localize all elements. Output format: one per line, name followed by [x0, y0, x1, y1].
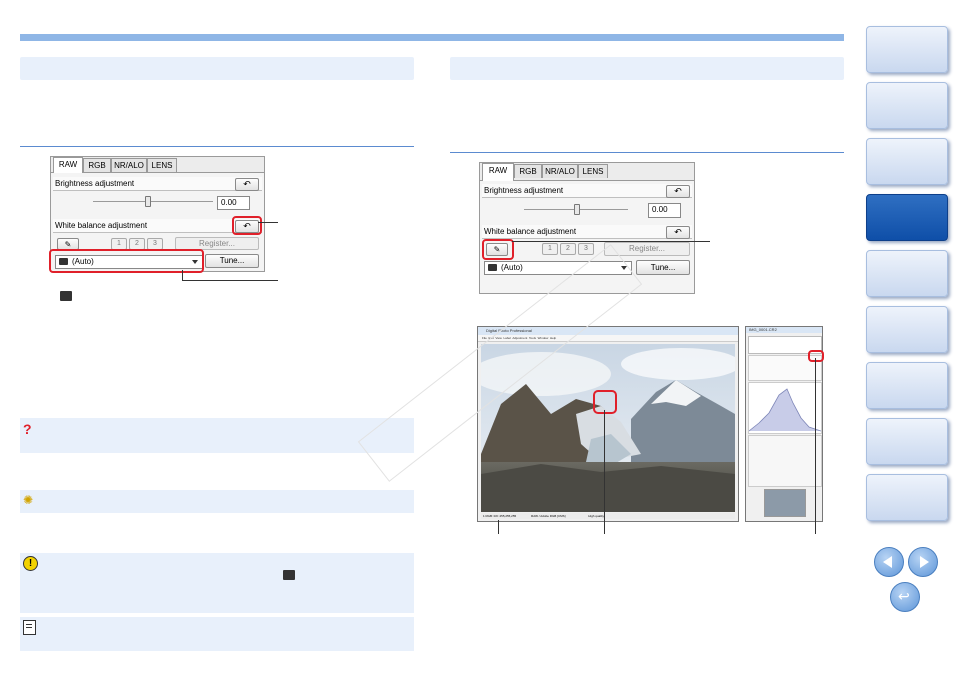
nav-button-6[interactable] [866, 306, 948, 353]
next-page-icon [920, 556, 929, 568]
next-page-button[interactable] [908, 547, 938, 577]
preset-1-button[interactable]: 1 [542, 243, 558, 255]
nav-button-8[interactable] [866, 418, 948, 465]
brightness-slider-track [93, 201, 213, 202]
adjustment-sliders-mini [748, 435, 822, 487]
header-accent-bar [20, 34, 844, 41]
thumbnail-mini [764, 489, 806, 517]
prev-page-icon [883, 556, 892, 568]
status-right: High quality [588, 514, 604, 518]
memo-box [20, 617, 414, 651]
wb-header: White balance adjustment [53, 219, 262, 233]
nav-button-9[interactable] [866, 474, 948, 521]
eyedropper-icon: ✎ [64, 240, 72, 249]
brightness-reset-button[interactable]: ↶ [666, 185, 690, 198]
eyedropper-highlight [482, 239, 514, 260]
wb-reset-highlight [232, 216, 262, 235]
nav-button-5[interactable] [866, 250, 948, 297]
tab-lens[interactable]: LENS [578, 164, 608, 178]
nav-button-2[interactable] [866, 82, 948, 129]
right-section-header [450, 57, 844, 80]
wb-reset-button[interactable]: ↶ [666, 226, 690, 239]
status-bar: 1 RGB: 0/0: 255,255,255 RAW / Adobe RGB … [481, 513, 735, 519]
callout-line-status [498, 520, 499, 534]
tab-nr-alo[interactable]: NR/ALO [542, 164, 578, 178]
memo-icon [23, 620, 36, 635]
callout-line-select [182, 280, 278, 281]
tab-lens[interactable]: LENS [147, 158, 177, 172]
caution-icon: ! [23, 556, 38, 571]
camera-icon [60, 291, 72, 301]
lightbulb-icon: ✺ [23, 493, 34, 507]
tab-rgb[interactable]: RGB [83, 158, 111, 172]
wb-select-highlight [49, 249, 204, 273]
nav-button-1[interactable] [866, 26, 948, 73]
tab-raw[interactable]: RAW [53, 157, 83, 173]
histogram-graph [748, 388, 822, 432]
wb-label: White balance adjustment [55, 221, 148, 230]
palette-titlebar: IMG_0001.CR2 [746, 327, 822, 333]
palette-tabs: RAW RGB NR/ALO LENS [51, 157, 264, 173]
question-icon: ? [23, 421, 32, 437]
nav-button-7[interactable] [866, 362, 948, 409]
status-left: 1 RGB: 0/0: 255,255,255 [483, 514, 517, 518]
brightness-reset-button[interactable]: ↶ [235, 178, 259, 191]
brightness-slider-handle[interactable] [574, 204, 580, 215]
tune-button[interactable]: Tune... [205, 254, 259, 268]
brightness-value-field[interactable]: 0.00 [648, 203, 681, 218]
left-section-header [20, 57, 414, 80]
camera-icon [283, 570, 295, 580]
tab-nr-alo[interactable]: NR/ALO [111, 158, 147, 172]
left-section-rule [20, 146, 414, 147]
return-icon: ↩ [898, 588, 910, 604]
camera-icon [488, 264, 497, 271]
brightness-slider-handle[interactable] [145, 196, 151, 207]
nav-button-4-active[interactable] [866, 194, 948, 241]
wb-select-value: (Auto) [501, 263, 523, 272]
caution-box: ! [20, 553, 414, 613]
prev-page-button[interactable] [874, 547, 904, 577]
palette-title: IMG_0001.CR2 [749, 327, 777, 332]
callout-line-reset [258, 222, 278, 223]
palette-reset-highlight [808, 350, 824, 362]
brightness-label: Brightness adjustment [55, 179, 135, 188]
callout-line-palette [815, 358, 816, 534]
undo-icon: ↶ [674, 186, 682, 196]
brightness-header: Brightness adjustment [53, 177, 262, 191]
tab-raw[interactable]: RAW [482, 163, 514, 181]
tab-rgb[interactable]: RGB [514, 164, 542, 178]
tool-palette-left: RAW RGB NR/ALO LENS Brightness adjustmen… [49, 156, 265, 273]
callout-line-select-v [182, 270, 183, 280]
return-button[interactable]: ↩ [890, 582, 920, 612]
palette-tabs: RAW RGB NR/ALO LENS [480, 163, 694, 181]
right-section-rule [450, 152, 844, 153]
wb-label: White balance adjustment [484, 227, 577, 236]
histogram-mini [748, 382, 822, 434]
callout-line-click-point [604, 410, 605, 534]
brightness-value-field[interactable]: 0.00 [217, 196, 250, 210]
undo-icon: ↶ [674, 227, 682, 237]
status-mid: RAW / Adobe RGB [CMS] [531, 514, 566, 518]
click-point-highlight [593, 390, 617, 414]
brightness-label: Brightness adjustment [484, 186, 564, 195]
undo-icon: ↶ [243, 179, 251, 189]
nav-button-3[interactable] [866, 138, 948, 185]
brightness-header: Brightness adjustment [482, 184, 692, 198]
